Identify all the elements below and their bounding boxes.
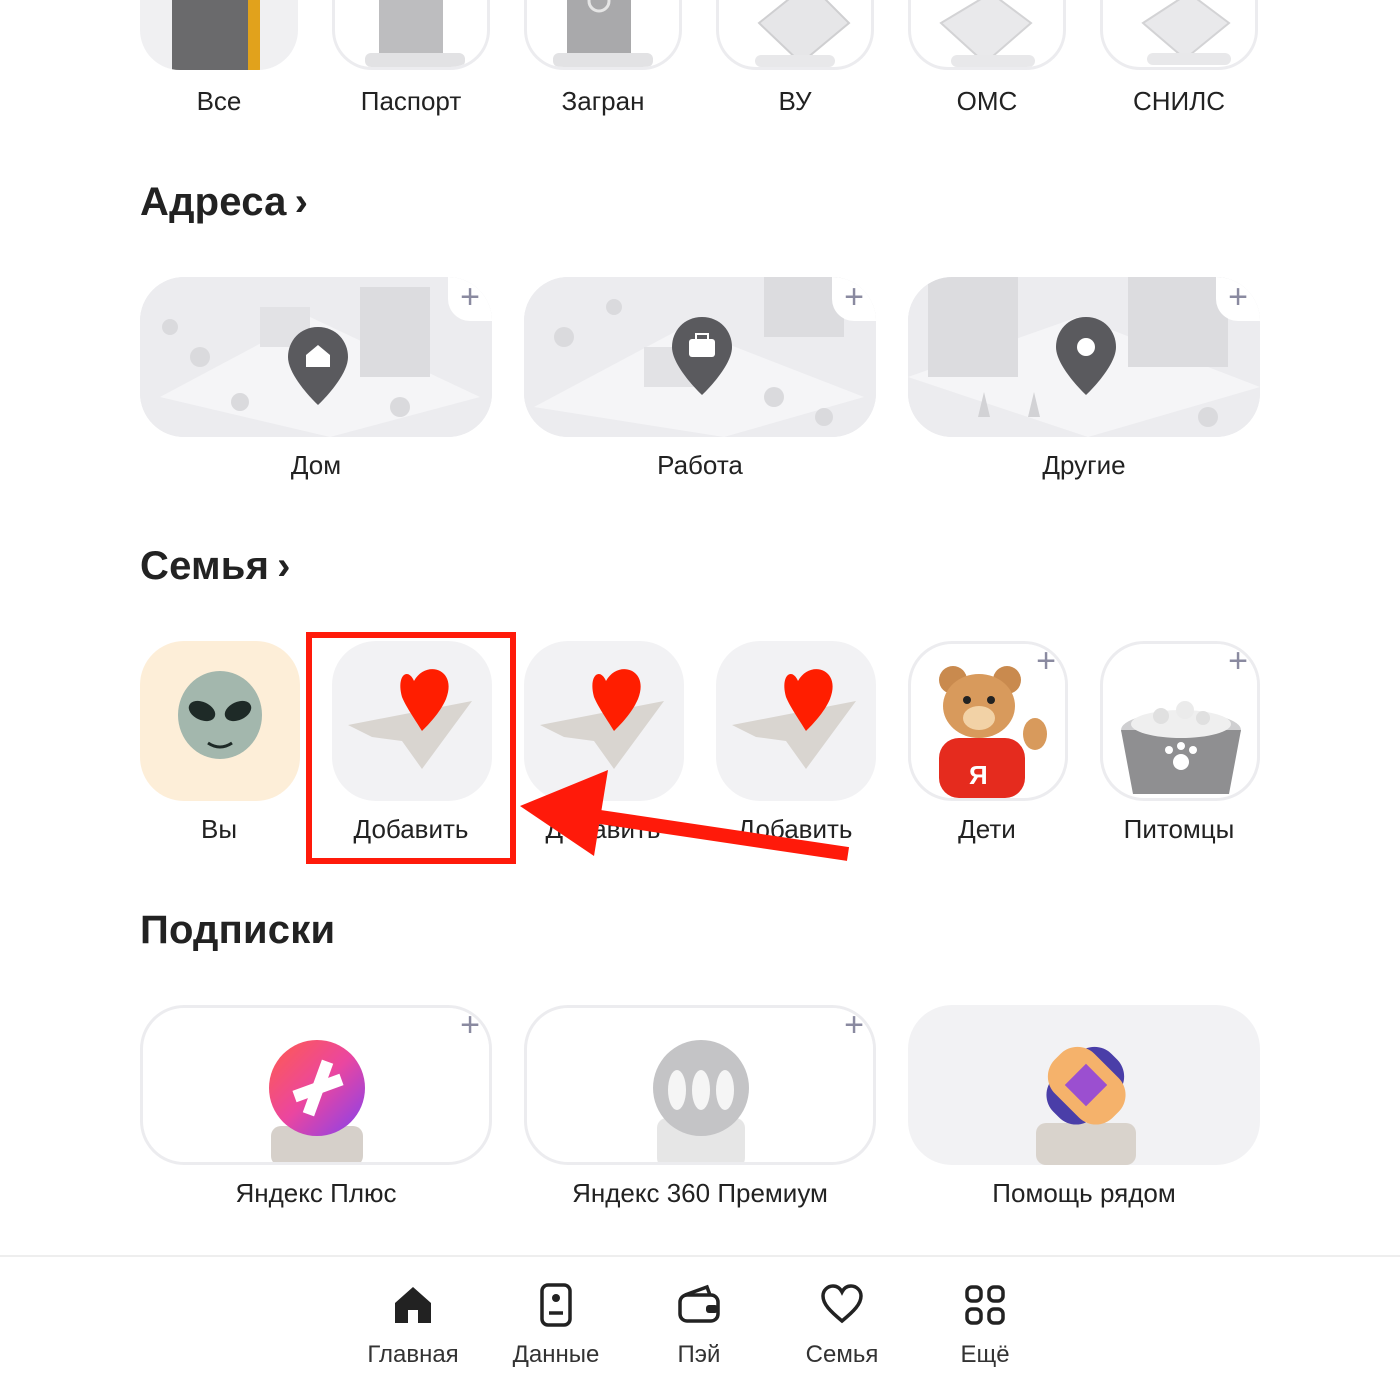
address-label-other: Другие xyxy=(1042,450,1126,480)
address-tile-work[interactable]: + xyxy=(524,277,876,437)
nav-label-data: Данные xyxy=(512,1341,600,1368)
add-work-address-button[interactable]: + xyxy=(832,277,876,321)
address-tile-home[interactable]: + xyxy=(140,277,492,437)
nav-label-family: Семья xyxy=(805,1341,879,1368)
doc-label-passport: Паспорт xyxy=(360,86,462,116)
add-yandex-360-button[interactable]: + xyxy=(832,1008,873,1049)
subscription-label-yandex-360: Яндекс 360 Премиум xyxy=(572,1178,828,1208)
subscription-tile-yandex-plus[interactable]: + xyxy=(140,1005,492,1165)
add-home-address-button[interactable]: + xyxy=(448,277,492,321)
wallet-icon xyxy=(678,1284,720,1323)
yandex-plus-icon xyxy=(269,1040,365,1162)
passport-icon xyxy=(365,0,465,67)
subscription-tile-yandex-360[interactable]: + xyxy=(524,1005,876,1165)
subscription-tile-help-nearby[interactable] xyxy=(908,1005,1260,1165)
subscriptions-title: Подписки xyxy=(140,908,336,952)
family-tile-you[interactable] xyxy=(140,641,300,801)
annotation-highlight-box xyxy=(306,632,516,864)
doc-label-driver-license: ВУ xyxy=(778,86,812,116)
doc-tile-foreign-passport[interactable] xyxy=(524,0,682,70)
more-grid-icon xyxy=(965,1285,1005,1325)
home-icon xyxy=(395,1287,431,1323)
nav-item-pay[interactable]: Пэй xyxy=(629,1283,769,1369)
nav-item-data[interactable]: Данные xyxy=(486,1283,626,1369)
family-tile-pets[interactable]: + xyxy=(1100,641,1260,801)
svg-text:Я: Я xyxy=(969,760,988,790)
help-nearby-icon xyxy=(1036,1046,1136,1165)
foreign-passport-icon xyxy=(553,0,653,67)
id-card-icon xyxy=(540,1283,572,1327)
subscription-label-help-nearby: Помощь рядом xyxy=(992,1178,1176,1208)
home-pin-icon xyxy=(288,327,348,405)
doc-label-snils: СНИЛС xyxy=(1132,86,1226,116)
nav-label-home: Главная xyxy=(367,1341,459,1368)
doc-tile-passport[interactable] xyxy=(332,0,490,70)
doc-tile-snils[interactable] xyxy=(1100,0,1258,70)
nav-item-family[interactable]: Семья xyxy=(772,1283,912,1369)
driver-license-icon xyxy=(755,0,851,67)
heart-icon xyxy=(821,1284,863,1324)
annotation-arrow-icon xyxy=(520,770,850,861)
doc-tile-driver-license[interactable] xyxy=(716,0,874,70)
doc-tile-medical-policy[interactable] xyxy=(908,0,1066,70)
add-other-address-button[interactable]: + xyxy=(1216,277,1260,321)
doc-tile-all[interactable] xyxy=(140,0,298,70)
add-kids-button[interactable]: + xyxy=(1024,644,1065,685)
address-label-home: Дом xyxy=(290,450,342,480)
bottom-navigation: Главная Данные Пэй Семья Ещё xyxy=(0,1255,1400,1389)
address-tile-other[interactable]: + xyxy=(908,277,1260,437)
nav-label-pay: Пэй xyxy=(677,1341,721,1368)
doc-label-all: Все xyxy=(196,86,242,116)
add-pets-button[interactable]: + xyxy=(1216,644,1257,685)
family-label-you: Вы xyxy=(200,814,238,844)
doc-label-medical-policy: ОМС xyxy=(956,86,1018,116)
yandex-360-icon xyxy=(653,1040,749,1162)
location-pin-icon xyxy=(1056,317,1116,395)
alien-avatar-icon xyxy=(178,671,262,759)
chevron-right-icon: › xyxy=(294,180,309,224)
nav-label-more: Ещё xyxy=(960,1341,1010,1368)
family-tile-kids[interactable]: Я + xyxy=(908,641,1068,801)
chevron-right-icon: › xyxy=(277,544,291,588)
subscription-label-yandex-plus: Яндекс Плюс xyxy=(235,1178,397,1208)
nav-item-more[interactable]: Ещё xyxy=(915,1283,1055,1369)
address-label-work: Работа xyxy=(657,450,743,480)
family-label-pets: Питомцы xyxy=(1123,814,1235,844)
addresses-title[interactable]: Адреса › xyxy=(140,180,308,225)
work-pin-icon xyxy=(672,317,732,395)
doc-label-foreign-passport: Загран xyxy=(561,86,645,116)
family-title[interactable]: Семья › xyxy=(140,544,291,589)
family-label-kids: Дети xyxy=(958,814,1016,844)
medical-policy-icon xyxy=(939,0,1035,67)
addresses-title-text: Адреса xyxy=(140,180,287,224)
snils-card-icon xyxy=(1141,0,1231,65)
nav-item-home[interactable]: Главная xyxy=(343,1283,483,1369)
folder-icon xyxy=(172,0,260,70)
family-title-text: Семья xyxy=(140,544,270,588)
add-yandex-plus-button[interactable]: + xyxy=(448,1008,489,1049)
